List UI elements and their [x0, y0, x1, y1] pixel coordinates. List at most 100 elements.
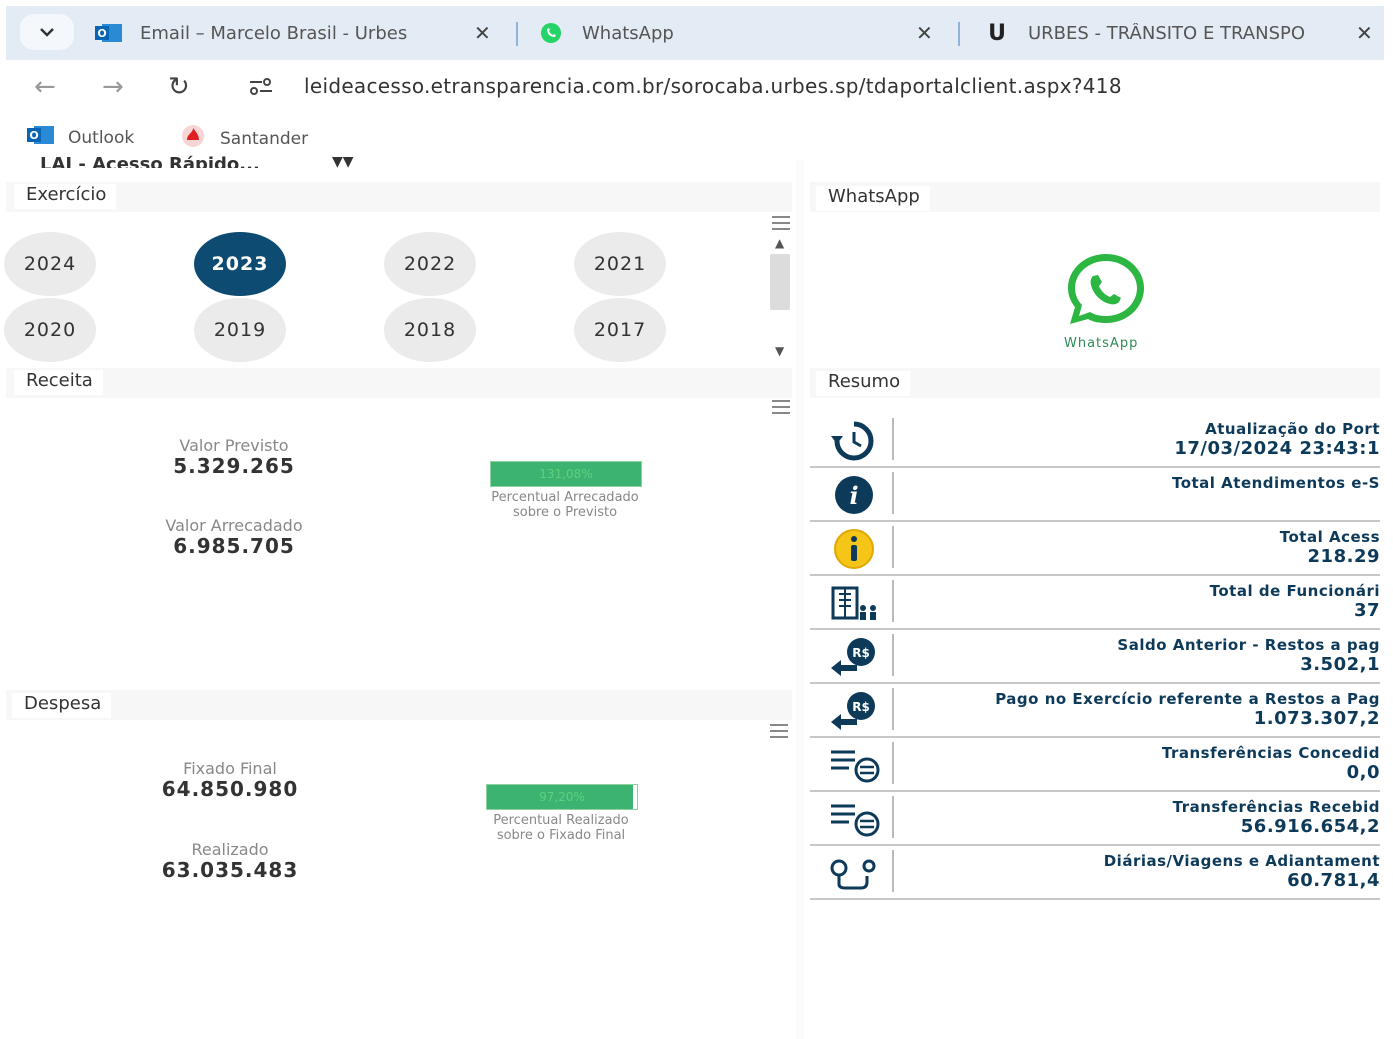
resumo-row[interactable]: R$ Saldo Anterior - Restos a pag 3.502,1 — [810, 630, 1380, 684]
despesa-title: Despesa — [12, 693, 112, 718]
resumo-title-text: Diárias/Viagens e Adiantament — [1103, 852, 1380, 870]
divider — [892, 796, 894, 838]
site-settings-icon[interactable] — [248, 76, 274, 100]
resumo-row[interactable]: Total Acess 218.29 — [810, 522, 1380, 576]
resumo-row[interactable]: Atualização do Port 17/03/2024 23:43:1 — [810, 414, 1380, 468]
resumo-value-text: 0,0 — [1346, 762, 1380, 783]
tab-separator — [516, 22, 518, 46]
tab-urbes-label: URBES - TRÂNSITO E TRANSPO — [1028, 22, 1306, 44]
whatsapp-title: WhatsApp — [816, 186, 930, 211]
whatsapp-logo-text: WhatsApp — [1064, 336, 1139, 351]
scroll-down-icon[interactable]: ▼ — [775, 344, 784, 358]
resumo-value-text: 56.916.654,2 — [1240, 816, 1380, 837]
divider — [892, 472, 894, 514]
fixado-final-label: Fixado Final — [183, 759, 277, 778]
year-2022[interactable]: 2022 — [384, 232, 476, 296]
resumo-row[interactable]: Transferências Concedid 0,0 — [810, 738, 1380, 792]
tab-search-dropdown[interactable] — [20, 14, 74, 50]
menu-icon[interactable] — [772, 216, 790, 230]
close-icon[interactable]: ✕ — [474, 21, 491, 45]
url-text[interactable]: leideacesso.etransparencia.com.br/soroca… — [304, 74, 1122, 98]
resumo-title-text: Atualização do Port — [1205, 420, 1380, 438]
svg-text:O: O — [29, 129, 38, 142]
forward-arrow-icon[interactable]: → — [102, 72, 124, 102]
transfer-list-icon — [824, 744, 884, 786]
quick-access-dropdown[interactable]: LAI - Acesso Rápido... — [40, 154, 260, 168]
year-2017[interactable]: 2017 — [574, 298, 666, 362]
tab-urbes[interactable]: U URBES - TRÂNSITO E TRANSPO ✕ — [982, 14, 1382, 52]
despesa-progress-bar: 97,20% — [486, 784, 638, 810]
tab-bar: O Email – Marcelo Brasil - Urbes ✕ Whats… — [6, 6, 1384, 60]
tab-separator — [958, 22, 960, 46]
valor-previsto-label: Valor Previsto — [179, 436, 289, 455]
year-2020[interactable]: 2020 — [4, 298, 96, 362]
divider — [892, 688, 894, 730]
year-2021[interactable]: 2021 — [574, 232, 666, 296]
resumo-value-text: 17/03/2024 23:43:1 — [1174, 438, 1380, 459]
divider — [892, 742, 894, 784]
resumo-title-text: Pago no Exercício referente a Restos a P… — [995, 690, 1380, 708]
menu-icon[interactable] — [770, 724, 788, 738]
menu-icon[interactable] — [772, 400, 790, 414]
reload-icon[interactable]: ↻ — [168, 72, 190, 102]
back-arrow-icon[interactable]: ← — [34, 72, 56, 102]
outlook-icon: O — [26, 124, 56, 151]
tab-email-label: Email – Marcelo Brasil - Urbes — [140, 22, 408, 44]
resumo-title-text: Total Acess — [1279, 528, 1380, 546]
valor-arrecadado-value: 6.985.705 — [173, 534, 295, 558]
tab-email[interactable]: O Email – Marcelo Brasil - Urbes ✕ — [94, 14, 494, 52]
fixado-final-value: 64.850.980 — [161, 777, 299, 801]
svg-text:R$: R$ — [852, 646, 870, 660]
exercicio-title: Exercício — [14, 184, 117, 209]
resumo-title-text: Transferências Recebid — [1172, 798, 1380, 816]
year-2024[interactable]: 2024 — [4, 232, 96, 296]
resumo-title-text: Total Atendimentos e-S — [1171, 474, 1380, 492]
resumo-value-text: 3.502,1 — [1300, 654, 1380, 675]
whatsapp-icon[interactable] — [1052, 250, 1160, 334]
chevron-down-icon[interactable]: ▼▼ — [332, 154, 354, 168]
svg-text:O: O — [97, 27, 106, 40]
valor-previsto-value: 5.329.265 — [173, 454, 295, 478]
resumo-row[interactable]: i Total Atendimentos e-S — [810, 468, 1380, 522]
resumo-title-text: Total de Funcionári — [1209, 582, 1380, 600]
resumo-title-text: Saldo Anterior - Restos a pag — [1117, 636, 1380, 654]
realizado-label: Realizado — [191, 840, 269, 859]
tab-whatsapp[interactable]: WhatsApp ✕ — [536, 14, 946, 52]
bookmark-outlook-label: Outlook — [68, 127, 135, 148]
svg-text:i: i — [849, 481, 858, 510]
close-icon[interactable]: ✕ — [1356, 21, 1373, 45]
info-dark-icon: i — [824, 474, 884, 516]
divider — [892, 634, 894, 676]
scrollbar-thumb[interactable] — [770, 254, 790, 310]
close-icon[interactable]: ✕ — [916, 21, 933, 45]
resumo-value-text: 1.073.307,2 — [1253, 708, 1380, 729]
outlook-icon: O — [94, 21, 124, 45]
resumo-row[interactable]: Transferências Recebid 56.916.654,2 — [810, 792, 1380, 846]
bookmark-santander[interactable]: Santander — [178, 124, 308, 153]
receita-progress-bar: 131,08% — [490, 461, 642, 487]
santander-icon — [178, 124, 208, 153]
info-yellow-icon — [824, 528, 884, 570]
receita-progress-caption: Percentual Arrecadado sobre o Previsto — [491, 490, 639, 520]
realizado-value: 63.035.483 — [161, 858, 299, 882]
building-people-icon — [824, 582, 884, 624]
divider — [892, 526, 894, 568]
exercicio-header — [6, 182, 792, 212]
bookmark-outlook[interactable]: O Outlook — [26, 124, 134, 151]
resumo-value-text: 218.29 — [1307, 546, 1380, 567]
resumo-row[interactable]: Diárias/Viagens e Adiantament 60.781,4 — [810, 846, 1380, 900]
divider — [892, 580, 894, 622]
scroll-up-icon[interactable]: ▲ — [775, 236, 784, 250]
year-2018[interactable]: 2018 — [384, 298, 476, 362]
tab-whatsapp-label: WhatsApp — [582, 22, 674, 44]
resumo-row[interactable]: R$ Pago no Exercício referente a Restos … — [810, 684, 1380, 738]
route-icon — [824, 852, 884, 894]
year-2019[interactable]: 2019 — [194, 298, 286, 362]
resumo-row[interactable]: Total de Funcionári 37 — [810, 576, 1380, 630]
year-2023[interactable]: 2023 — [194, 232, 286, 296]
divider — [892, 850, 894, 892]
valor-arrecadado-label: Valor Arrecadado — [165, 516, 303, 535]
svg-text:R$: R$ — [852, 700, 870, 714]
bookmark-santander-label: Santander — [220, 128, 309, 149]
history-clock-icon — [824, 420, 884, 462]
